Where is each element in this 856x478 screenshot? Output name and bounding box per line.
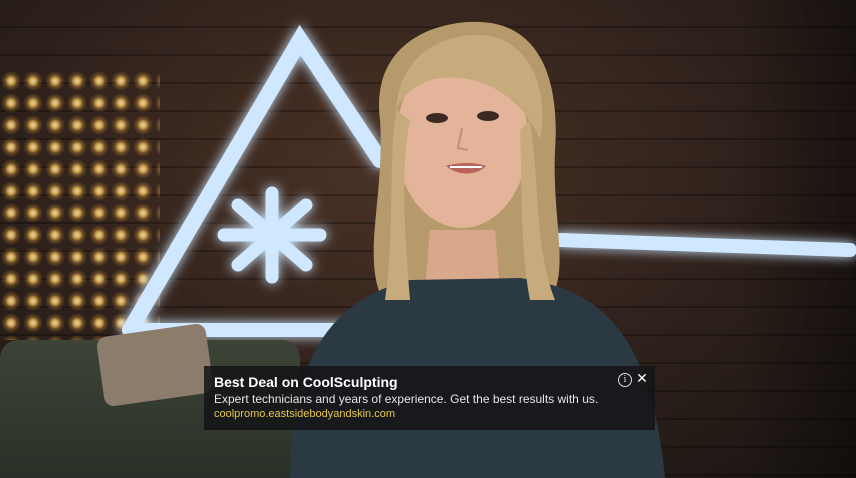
ad-title[interactable]: Best Deal on CoolSculpting xyxy=(214,374,398,390)
ad-overlay[interactable]: Best Deal on CoolSculpting Expert techni… xyxy=(204,366,655,430)
info-icon[interactable]: i xyxy=(618,373,632,387)
close-icon[interactable]: ✕ xyxy=(635,371,649,385)
video-player[interactable]: Best Deal on CoolSculpting Expert techni… xyxy=(0,0,856,478)
ad-description: Expert technicians and years of experien… xyxy=(214,392,599,406)
ad-url[interactable]: coolpromo.eastsidebodyandskin.com xyxy=(214,408,395,420)
